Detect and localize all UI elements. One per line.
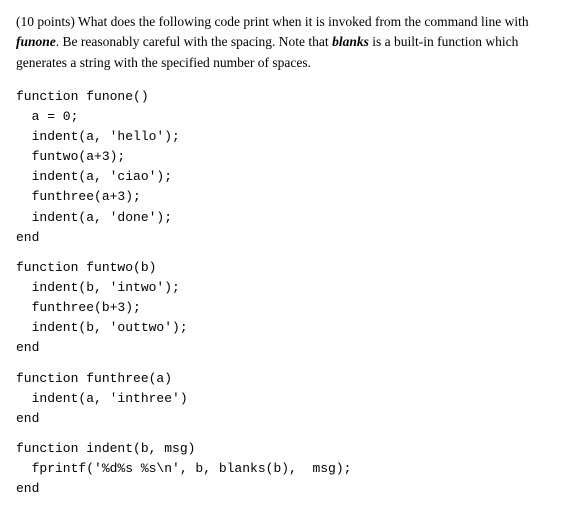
indent-code: function indent(b, msg) fprintf('%d%s %s… [16, 439, 559, 499]
intro-paragraph: (10 points) What does the following code… [16, 12, 559, 73]
funtwo-code: function funtwo(b) indent(b, 'intwo'); f… [16, 258, 559, 359]
funone-code: function funone() a = 0; indent(a, 'hell… [16, 87, 559, 248]
funone-ref: funone [16, 34, 56, 49]
funtwo-block: function funtwo(b) indent(b, 'intwo'); f… [16, 258, 559, 359]
indent-block: function indent(b, msg) fprintf('%d%s %s… [16, 439, 559, 499]
funone-block: function funone() a = 0; indent(a, 'hell… [16, 87, 559, 248]
funthree-code: function funthree(a) indent(a, 'inthree'… [16, 369, 559, 429]
blanks-ref: blanks [332, 34, 369, 49]
intro-text-before: (10 points) What does the following code… [16, 14, 529, 29]
funthree-block: function funthree(a) indent(a, 'inthree'… [16, 369, 559, 429]
intro-text-middle: . Be reasonably careful with the spacing… [56, 34, 332, 49]
